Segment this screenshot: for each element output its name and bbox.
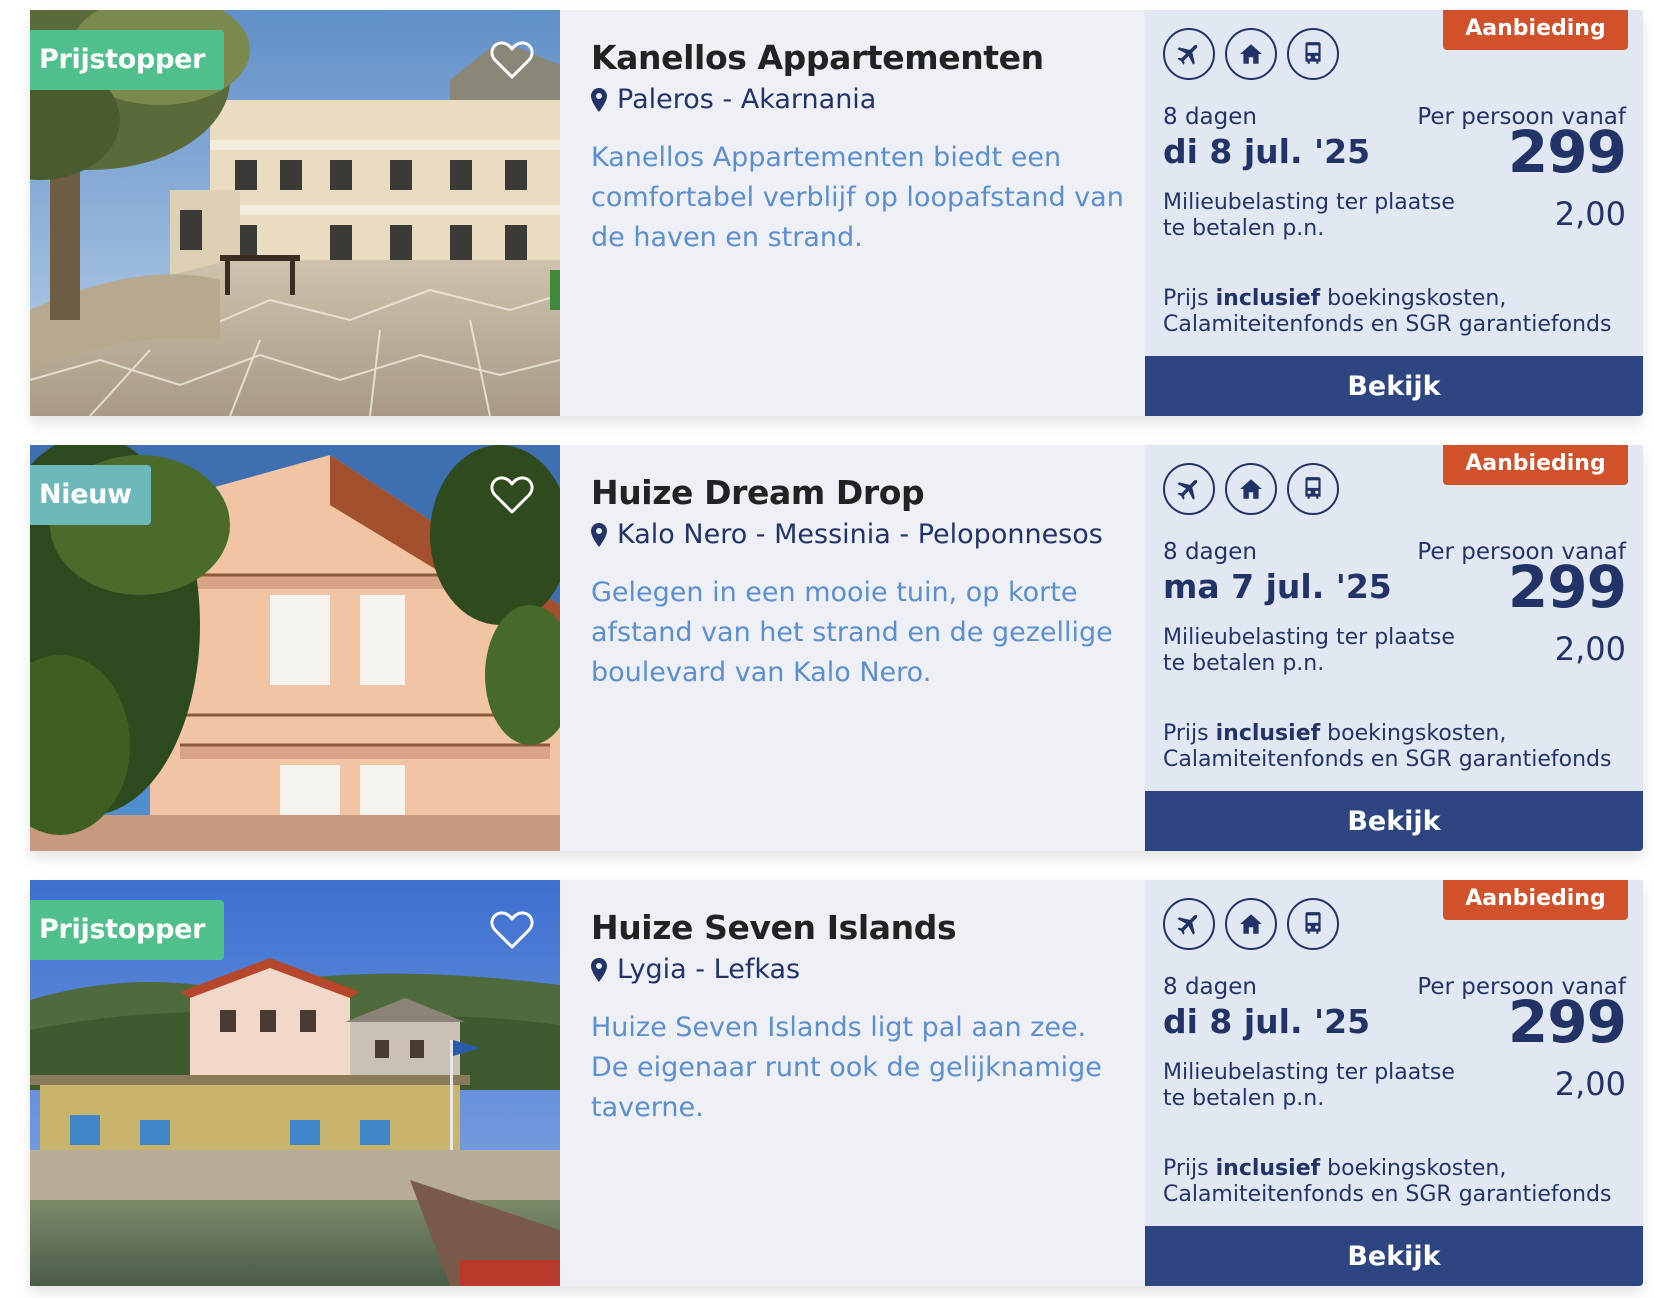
offer-badge: Aanbieding (1443, 445, 1628, 485)
transport-icons (1163, 898, 1349, 950)
price-value: 299 (1507, 553, 1627, 621)
tax-label: Milieubelasting ter plaatse te betalen p… (1163, 190, 1455, 241)
promo-label: Nieuw (30, 465, 151, 525)
location-text: Paleros - Akarnania (617, 84, 877, 115)
price-included-note: Prijs inclusief boekingskosten, Calamite… (1163, 721, 1633, 773)
price-value: 299 (1507, 118, 1627, 186)
favorite-heart-icon[interactable] (490, 475, 534, 515)
departure-date: di 8 jul. '25 (1163, 1002, 1371, 1041)
favorite-heart-icon[interactable] (490, 40, 534, 80)
listing-description: Gelegen in een mooie tuin, op korte afst… (591, 577, 1113, 688)
plane-icon (1163, 28, 1215, 80)
price-panel: Aanbieding 8 dagen di 8 jul. '25 Per per… (1145, 880, 1643, 1286)
price-panel: Aanbieding 8 dagen di 8 jul. '25 Per per… (1145, 10, 1643, 416)
view-button[interactable]: Bekijk (1145, 356, 1643, 416)
listing-description: Kanellos Appartementen biedt een comfort… (591, 142, 1124, 253)
property-photo[interactable]: Prijstopper (30, 10, 560, 416)
price-included-note: Prijs inclusief boekingskosten, Calamite… (1163, 1156, 1633, 1208)
listing-description: Huize Seven Islands ligt pal aan zee. De… (591, 1012, 1102, 1123)
location-text: Lygia - Lefkas (617, 954, 801, 985)
tax-value: 2,00 (1554, 630, 1626, 668)
trip-duration: 8 dagen (1163, 104, 1257, 130)
listing-location: Kalo Nero - Messinia - Peloponnesos (591, 519, 1103, 554)
bus-icon (1287, 463, 1339, 515)
price-panel: Aanbieding 8 dagen ma 7 jul. '25 Per per… (1145, 445, 1643, 851)
included-prefix: Prijs (1163, 286, 1216, 311)
trip-duration: 8 dagen (1163, 974, 1257, 1000)
transport-icons (1163, 463, 1349, 515)
offer-badge: Aanbieding (1443, 880, 1628, 920)
plane-icon (1163, 463, 1215, 515)
view-button[interactable]: Bekijk (1145, 791, 1643, 851)
price-value: 299 (1507, 988, 1627, 1056)
tax-label: Milieubelasting ter plaatse te betalen p… (1163, 625, 1455, 676)
promo-label: Prijstopper (30, 30, 225, 90)
promo-label: Prijstopper (30, 900, 225, 960)
location-pin-icon (591, 958, 607, 989)
property-photo[interactable]: Prijstopper (30, 880, 560, 1286)
included-prefix: Prijs (1163, 1156, 1216, 1181)
plane-icon (1163, 898, 1215, 950)
transport-icons (1163, 28, 1349, 80)
included-prefix: Prijs (1163, 721, 1216, 746)
bus-icon (1287, 898, 1339, 950)
property-photo[interactable]: Nieuw (30, 445, 560, 851)
favorite-heart-icon[interactable] (490, 910, 534, 950)
view-button[interactable]: Bekijk (1145, 1226, 1643, 1286)
home-icon (1225, 28, 1277, 80)
listing-title[interactable]: Huize Dream Drop (591, 473, 925, 512)
listing-title[interactable]: Huize Seven Islands (591, 908, 957, 947)
home-icon (1225, 898, 1277, 950)
departure-date: di 8 jul. '25 (1163, 132, 1371, 171)
home-icon (1225, 463, 1277, 515)
price-included-note: Prijs inclusief boekingskosten, Calamite… (1163, 286, 1633, 338)
included-bold: inclusief (1215, 721, 1321, 746)
listing-card[interactable]: Prijstopper Huize Seven Islands Lygia - … (30, 880, 1643, 1286)
listing-location: Lygia - Lefkas (591, 954, 800, 989)
listing-title[interactable]: Kanellos Appartementen (591, 38, 1044, 77)
listing-location: Paleros - Akarnania (591, 84, 876, 119)
tax-value: 2,00 (1554, 1065, 1626, 1103)
offer-badge: Aanbieding (1443, 10, 1628, 50)
location-pin-icon (591, 88, 607, 119)
location-text: Kalo Nero - Messinia - Peloponnesos (617, 519, 1103, 550)
trip-duration: 8 dagen (1163, 539, 1257, 565)
departure-date: ma 7 jul. '25 (1163, 567, 1392, 606)
tax-value: 2,00 (1554, 195, 1626, 233)
location-pin-icon (591, 523, 607, 554)
included-bold: inclusief (1215, 286, 1321, 311)
bus-icon (1287, 28, 1339, 80)
included-bold: inclusief (1215, 1156, 1321, 1181)
listing-card[interactable]: Nieuw Huize Dream Drop Kalo Nero - Messi… (30, 445, 1643, 851)
listing-card[interactable]: Prijstopper Kanellos Appartementen Paler… (30, 10, 1643, 416)
tax-label: Milieubelasting ter plaatse te betalen p… (1163, 1060, 1455, 1111)
